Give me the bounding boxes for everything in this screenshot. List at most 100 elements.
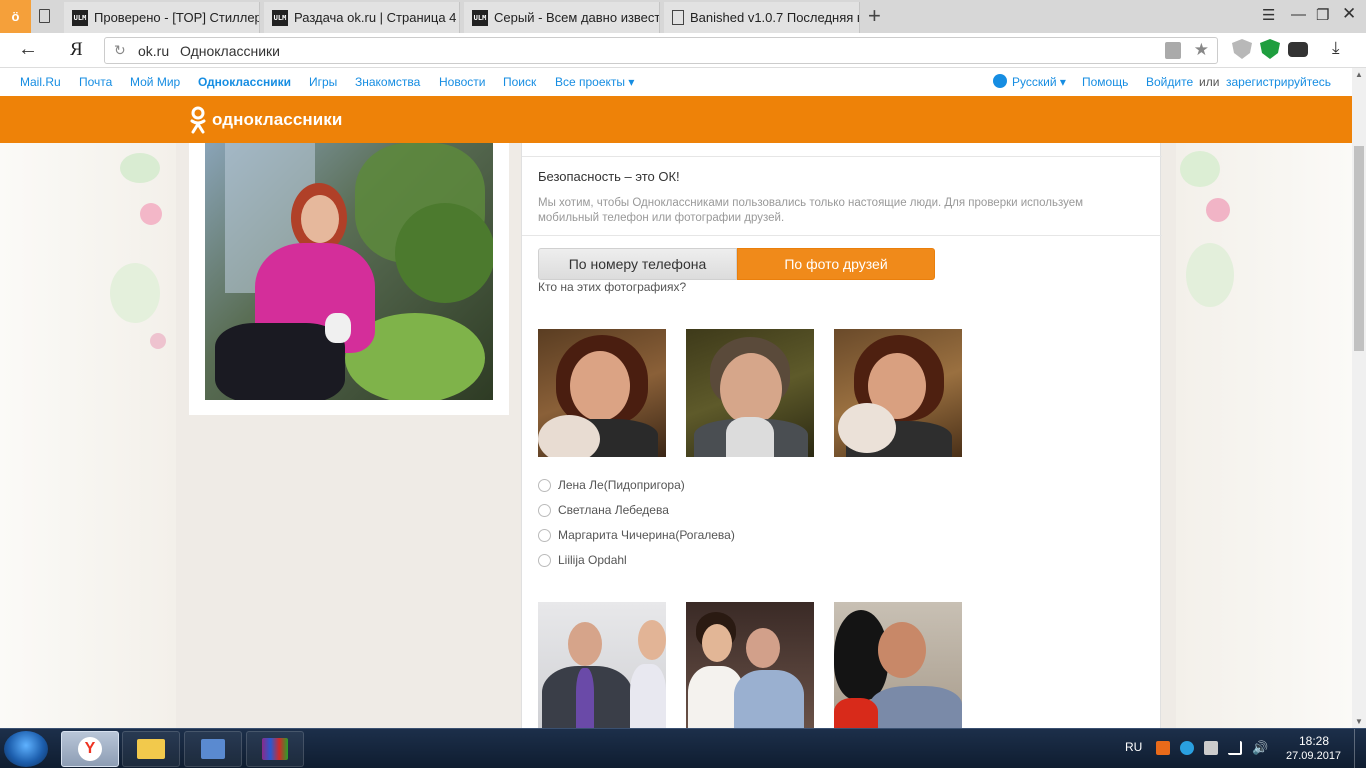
tray-app-icon[interactable] xyxy=(1156,741,1170,755)
downloads-icon[interactable]: ⤓ xyxy=(1332,38,1352,58)
ok-header: одноклассники xyxy=(0,96,1352,143)
turbo-mode-icon[interactable] xyxy=(1288,42,1308,57)
menu-icon[interactable]: ☰ xyxy=(1262,6,1275,24)
scroll-up-icon[interactable]: ▲ xyxy=(1355,70,1363,79)
browser-tab[interactable]: Banished v1.0.7 Последняя в xyxy=(664,2,860,33)
answer-option[interactable]: Маргарита Чичерина(Рогалева) xyxy=(538,528,735,542)
security-title: Безопасность – это ОК! xyxy=(538,169,680,184)
site-favicon-icon: ULM xyxy=(72,9,88,26)
radio-button[interactable] xyxy=(538,553,551,567)
usb-icon[interactable] xyxy=(1204,741,1218,755)
radio-button[interactable] xyxy=(538,503,551,517)
yandex-logo[interactable]: Я xyxy=(70,39,83,61)
nav-link-dating[interactable]: Знакомства xyxy=(355,75,420,89)
restore-icon[interactable]: ❐ xyxy=(1316,6,1329,24)
browser-tab[interactable]: ULM Серый - Всем давно извест xyxy=(464,2,660,33)
ok-logo-icon[interactable] xyxy=(189,106,207,134)
or-text: или xyxy=(1199,75,1220,89)
bookmark-star-icon[interactable]: ★ xyxy=(1194,40,1209,60)
address-field[interactable]: ↻ ok.ru Одноклассники ★ xyxy=(104,37,1218,64)
taskbar-explorer[interactable] xyxy=(122,731,180,767)
option-label[interactable]: Маргарита Чичерина(Рогалева) xyxy=(558,528,735,542)
nav-link-odnoklassniki[interactable]: Одноклассники xyxy=(198,75,291,89)
clock-time[interactable]: 18:28 xyxy=(1299,734,1329,748)
nav-link-news[interactable]: Новости xyxy=(439,75,485,89)
nav-link-games[interactable]: Игры xyxy=(309,75,337,89)
volume-icon[interactable]: 🔊 xyxy=(1252,741,1268,755)
page-background: Безопасность – это ОК! Мы хотим, чтобы О… xyxy=(0,143,1352,728)
computer-icon xyxy=(201,739,225,759)
url-domain: ok.ru xyxy=(138,43,170,59)
browser-tab[interactable]: ULM Проверено - [TOP] Стиллер xyxy=(64,2,260,33)
divider xyxy=(522,156,1162,157)
reload-icon[interactable]: ↻ xyxy=(114,42,126,59)
close-icon[interactable]: ✕ xyxy=(1342,4,1356,24)
friend-photo xyxy=(538,329,666,457)
answer-option[interactable]: Лена Ле(Пидопригора) xyxy=(538,478,685,492)
ok-logo-text[interactable]: одноклассники xyxy=(212,110,342,130)
show-desktop-button[interactable] xyxy=(1354,729,1366,768)
radio-button[interactable] xyxy=(538,528,551,542)
language-select[interactable]: Русский ▾ xyxy=(1012,75,1066,89)
option-label[interactable]: Светлана Лебедева xyxy=(558,503,669,517)
radio-button[interactable] xyxy=(538,478,551,492)
divider xyxy=(522,235,1162,236)
friend-photo xyxy=(686,329,814,457)
telegram-icon[interactable] xyxy=(1180,741,1194,755)
clock-date[interactable]: 27.09.2017 xyxy=(1286,750,1341,762)
profile-photo[interactable] xyxy=(205,143,493,400)
url-page-title: Одноклассники xyxy=(180,43,281,59)
start-button[interactable] xyxy=(4,731,48,767)
tab-title: Раздача ok.ru | Страница 4 xyxy=(294,10,457,25)
network-signal-icon[interactable] xyxy=(1228,741,1242,755)
yandex-menu-button[interactable]: ö xyxy=(0,0,31,33)
globe-icon xyxy=(993,74,1007,88)
tab-title: Banished v1.0.7 Последняя в xyxy=(690,10,859,25)
login-link[interactable]: Войдите xyxy=(1146,75,1193,89)
portal-nav: Mail.Ru Почта Мой Мир Одноклассники Игры… xyxy=(0,68,1352,96)
nav-link-all-projects[interactable]: Все проекты ▾ xyxy=(555,75,634,89)
register-link[interactable]: зарегистрируйтесь xyxy=(1226,75,1331,89)
friend-photo xyxy=(686,602,814,728)
lock-icon[interactable] xyxy=(1165,42,1181,59)
friend-photo xyxy=(834,329,962,457)
browser-tab[interactable]: ULM Раздача ok.ru | Страница 4 xyxy=(264,2,460,33)
tab-title: Серый - Всем давно извест xyxy=(494,10,659,25)
tab-by-friends-photo[interactable]: По фото друзей xyxy=(737,248,935,280)
windows-taskbar: Y RU 🔊 18:28 27.09.2017 xyxy=(0,728,1366,768)
new-document-icon[interactable] xyxy=(39,9,50,23)
nav-link-my-world[interactable]: Мой Мир xyxy=(130,75,180,89)
taskbar-yandex-browser[interactable]: Y xyxy=(61,731,119,767)
language-indicator[interactable]: RU xyxy=(1125,740,1142,754)
answer-option[interactable]: Светлана Лебедева xyxy=(538,503,669,517)
taskbar-winrar[interactable] xyxy=(246,731,304,767)
option-label[interactable]: Liilija Opdahl xyxy=(558,553,627,567)
back-arrow-icon[interactable]: ← xyxy=(18,38,38,61)
minimize-icon[interactable]: — xyxy=(1291,6,1306,23)
address-bar-row: ← Я ↻ ok.ru Одноклассники ★ ⤓ xyxy=(0,33,1366,68)
nav-link-mailru[interactable]: Mail.Ru xyxy=(20,75,61,89)
answer-option[interactable]: Liilija Opdahl xyxy=(538,553,627,567)
document-favicon-icon xyxy=(672,10,684,25)
taskbar-network[interactable] xyxy=(184,731,242,767)
option-label[interactable]: Лена Ле(Пидопригора) xyxy=(558,478,685,492)
winrar-icon xyxy=(262,738,288,760)
page-scrollbar[interactable]: ▲ ▼ xyxy=(1352,68,1366,728)
scroll-down-icon[interactable]: ▼ xyxy=(1355,717,1363,726)
help-link[interactable]: Помощь xyxy=(1082,75,1128,89)
folder-icon xyxy=(137,739,165,759)
nav-link-search[interactable]: Поиск xyxy=(503,75,536,89)
verification-card: Безопасность – это ОК! Мы хотим, чтобы О… xyxy=(521,143,1162,728)
protect-shield-icon[interactable] xyxy=(1232,39,1252,59)
friend-photo xyxy=(834,602,962,728)
tab-title: Проверено - [TOP] Стиллер xyxy=(94,10,259,25)
scroll-thumb[interactable] xyxy=(1354,146,1364,351)
nav-link-mail[interactable]: Почта xyxy=(79,75,112,89)
floral-decoration-right xyxy=(1176,143,1352,728)
new-tab-button[interactable]: + xyxy=(868,5,881,27)
floral-decoration-left xyxy=(0,143,176,728)
browser-tab-strip: ö ULM Проверено - [TOP] Стиллер ULM Разд… xyxy=(0,0,1366,33)
question-text: Кто на этих фотографиях? xyxy=(538,280,687,294)
tab-by-phone[interactable]: По номеру телефона xyxy=(538,248,737,280)
adblock-shield-icon[interactable] xyxy=(1260,39,1280,59)
